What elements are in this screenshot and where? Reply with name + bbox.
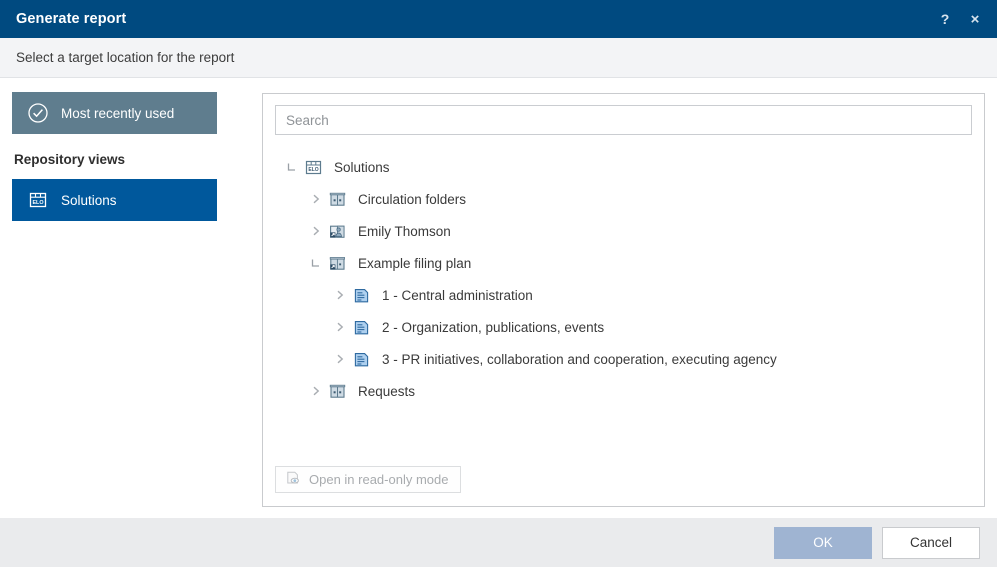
collapse-expanded-icon[interactable] (305, 252, 327, 274)
dialog-title: Generate report (16, 11, 127, 27)
cabinet-icon (327, 381, 347, 401)
target-location-panel: ELO Solutions (262, 93, 985, 507)
chevron-right-icon[interactable] (329, 316, 351, 338)
tree-node-circulation-folders[interactable]: Circulation folders (275, 183, 972, 215)
sidebar-section-heading: Repository views (14, 152, 126, 167)
chevron-right-icon[interactable] (329, 348, 351, 370)
dialog-instruction-text: Select a target location for the report (16, 50, 235, 65)
tree-node-emily-thomson[interactable]: Emily Thomson (275, 215, 972, 247)
chevron-right-icon[interactable] (305, 380, 327, 402)
shortcut-person-folder-icon (327, 221, 347, 241)
sidebar-item-label: Most recently used (61, 105, 175, 121)
tree-node-label: Requests (358, 383, 416, 399)
tree-node-pr-initiatives[interactable]: 3 - PR initiatives, collaboration and co… (275, 343, 972, 375)
document-lines-icon (351, 349, 371, 369)
dialog-subheader: Select a target location for the report (0, 38, 997, 78)
repository-tree: ELO Solutions Circulation folders Emily … (275, 151, 972, 506)
svg-text:ELO: ELO (308, 167, 318, 173)
tree-node-label: Emily Thomson (358, 223, 451, 239)
read-only-button-label: Open in read-only mode (309, 472, 449, 487)
document-lines-icon (351, 317, 371, 337)
search-input[interactable] (275, 105, 972, 135)
collapse-expanded-icon[interactable] (281, 156, 303, 178)
help-icon[interactable]: ? (937, 10, 953, 28)
main-content: ELO Solutions (230, 79, 997, 518)
cancel-button[interactable]: Cancel (882, 526, 980, 559)
check-circle-icon (27, 102, 49, 124)
open-in-read-only-mode-button[interactable]: Open in read-only mode (275, 466, 462, 493)
title-bar-actions: ? × (937, 10, 983, 28)
dialog-title-bar: Generate report ? × (0, 0, 997, 38)
tree-node-label: 1 - Central administration (382, 287, 533, 303)
dialog-footer: OK Cancel (0, 518, 997, 567)
cabinet-icon (327, 189, 347, 209)
tree-node-example-filing-plan[interactable]: Example filing plan (275, 247, 972, 279)
shortcut-folder-icon (327, 253, 347, 273)
document-lines-icon (351, 285, 371, 305)
tree-node-label: Circulation folders (358, 191, 467, 207)
chevron-right-icon[interactable] (305, 188, 327, 210)
tree-node-label: 2 - Organization, publications, events (382, 319, 605, 335)
tree-node-label: 3 - PR initiatives, collaboration and co… (382, 351, 777, 367)
document-eye-icon (285, 470, 301, 489)
tree-node-central-administration[interactable]: 1 - Central administration (275, 279, 972, 311)
elo-archive-icon: ELO (27, 189, 49, 211)
tree-node-requests[interactable]: Requests (275, 375, 972, 407)
sidebar-item-most-recently-used[interactable]: Most recently used (12, 92, 217, 134)
close-icon[interactable]: × (967, 10, 983, 28)
sidebar: Most recently used Repository views ELO … (0, 79, 230, 518)
chevron-right-icon[interactable] (305, 220, 327, 242)
tree-node-organization-publications-events[interactable]: 2 - Organization, publications, events (275, 311, 972, 343)
chevron-right-icon[interactable] (329, 284, 351, 306)
ok-button[interactable]: OK (774, 526, 872, 559)
elo-archive-icon: ELO (303, 157, 323, 177)
tree-node-solutions[interactable]: ELO Solutions (275, 151, 972, 183)
sidebar-item-label: Solutions (61, 192, 117, 208)
sidebar-item-solutions[interactable]: ELO Solutions (12, 179, 217, 221)
tree-node-label: Example filing plan (358, 255, 472, 271)
svg-text:ELO: ELO (32, 200, 43, 206)
tree-node-label: Solutions (334, 159, 390, 175)
dialog-body: Most recently used Repository views ELO … (0, 79, 997, 518)
